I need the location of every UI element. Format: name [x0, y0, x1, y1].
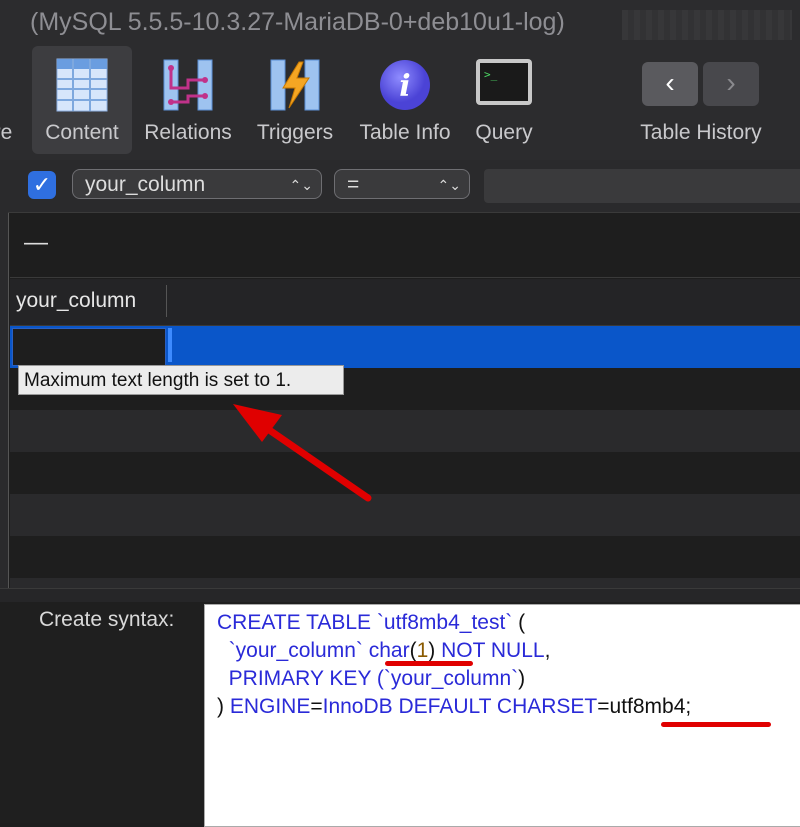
editing-cell[interactable]: [12, 328, 166, 366]
tab-relations-label: Relations: [144, 121, 232, 144]
table-row-empty: [10, 536, 800, 578]
create-syntax-panel: Create syntax: CREATE TABLE `utf8mb4_tes…: [0, 602, 800, 827]
column-divider[interactable]: [166, 285, 167, 317]
red-underline-charset: [661, 722, 771, 727]
filter-column-value: your_column: [85, 173, 206, 196]
filter-enabled-checkbox[interactable]: ✓: [28, 171, 56, 199]
terminal-icon: >_: [475, 58, 533, 111]
column-header-your-column[interactable]: your_column: [16, 289, 136, 313]
sql-line-4: ) ENGINE=InnoDB DEFAULT CHARSET=utf8mb4;: [217, 695, 692, 718]
toolbar: (MySQL 5.5.5-10.3.27-MariaDB-0+deb10u1-l…: [0, 0, 800, 161]
max-length-tooltip: Maximum text length is set to 1.: [18, 365, 344, 395]
table-history-label: Table History: [640, 121, 762, 144]
sql-line-1: CREATE TABLE `utf8mb4_test` (: [217, 611, 526, 634]
create-syntax-label: Create syntax:: [39, 608, 175, 631]
redacted-title-area: [622, 10, 792, 40]
relations-icon: [162, 58, 214, 117]
tab-content[interactable]: Content: [32, 46, 132, 154]
tab-relations[interactable]: Relations: [136, 46, 240, 154]
table-info-row: —: [10, 213, 800, 278]
history-forward-button[interactable]: ›: [703, 62, 759, 106]
filter-operator-value: =: [347, 173, 360, 196]
tab-structure[interactable]: ure: [0, 46, 30, 154]
table-row-empty: [10, 494, 800, 536]
tab-query[interactable]: >_ Query: [466, 46, 542, 154]
create-syntax-textarea[interactable]: CREATE TABLE `utf8mb4_test` ( `your_colu…: [204, 604, 800, 827]
tab-structure-label: ure: [0, 121, 13, 144]
tab-triggers[interactable]: Triggers: [248, 46, 342, 154]
dash-text: —: [24, 229, 48, 256]
grid-bottom-bar: [0, 588, 800, 603]
left-sidebar-strip: [0, 160, 9, 590]
filter-bar: ✓ your_column ⌃⌄ = ⌃⌄: [8, 160, 800, 213]
svg-text:>_: >_: [484, 68, 498, 81]
tab-table-info-label: Table Info: [359, 121, 451, 144]
table-row-empty: [10, 410, 800, 452]
filter-operator-select[interactable]: = ⌃⌄: [334, 169, 470, 199]
select-arrows-icon: ⌃⌄: [289, 177, 313, 193]
filter-column-select[interactable]: your_column ⌃⌄: [72, 169, 322, 199]
tab-query-label: Query: [475, 121, 533, 144]
table-row-empty: [10, 452, 800, 494]
tab-triggers-label: Triggers: [256, 121, 334, 144]
svg-text:i: i: [399, 69, 410, 104]
sql-line-3: PRIMARY KEY (`your_column`): [217, 667, 526, 690]
table-header: your_column: [10, 279, 800, 326]
window-title: (MySQL 5.5.5-10.3.27-MariaDB-0+deb10u1-l…: [30, 8, 565, 36]
table-history: ‹ › Table History: [626, 46, 776, 154]
tab-content-label: Content: [45, 121, 119, 144]
history-back-button[interactable]: ‹: [642, 62, 698, 106]
table-row-empty: [10, 578, 800, 588]
sql-line-2: `your_column` char(1) NOT NULL,: [217, 639, 551, 662]
lightning-icon: [269, 58, 321, 117]
cell-edge: [168, 328, 172, 362]
tab-table-info[interactable]: i Table Info: [350, 46, 460, 154]
info-icon: i: [378, 58, 432, 117]
select-arrows-icon: ⌃⌄: [437, 177, 461, 193]
table-row-selected[interactable]: [10, 326, 800, 368]
red-underline-char: [385, 661, 473, 666]
table-grid-icon: [56, 58, 108, 117]
filter-value-input[interactable]: [484, 169, 800, 203]
